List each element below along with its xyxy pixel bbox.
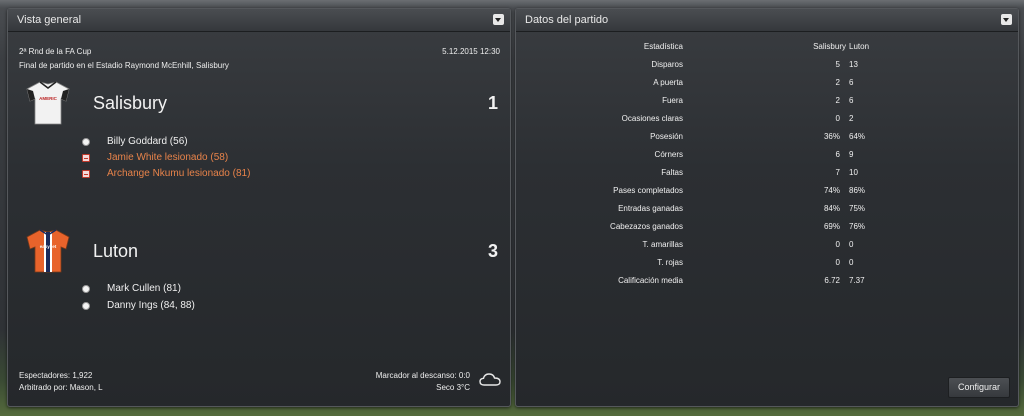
- home-shirt-text: AMERIC: [39, 96, 57, 101]
- referee[interactable]: Arbitrado por: Mason, L: [19, 383, 103, 392]
- stat-away-value: 75%: [849, 204, 866, 213]
- stat-row: T. amarillas 0 0: [516, 240, 1018, 256]
- stat-row: Cabezazos ganados 69% 76%: [516, 222, 1018, 238]
- overview-panel: Vista general 2ª Rnd de la FA Cup 5.12.2…: [7, 8, 511, 407]
- stat-row: Calificación media 6.72 7.37: [516, 276, 1018, 292]
- home-event-1[interactable]: Billy Goddard (56): [107, 136, 188, 147]
- stats-header-away: Luton: [849, 42, 870, 51]
- stat-row: Fuera 2 6: [516, 96, 1018, 112]
- stat-row: Pases completados 74% 86%: [516, 186, 1018, 202]
- away-event-2[interactable]: Danny Ings (84, 88): [107, 300, 195, 311]
- stat-label: Pases completados: [613, 186, 683, 195]
- stat-label: Fuera: [662, 96, 683, 105]
- stat-label: Disparos: [651, 60, 683, 69]
- stat-label: Cabezazos ganados: [610, 222, 683, 231]
- home-event-2[interactable]: Jamie White lesionado (58): [107, 152, 228, 163]
- away-shirt-text: easyJet: [40, 244, 57, 249]
- stat-row: A puerta 2 6: [516, 78, 1018, 94]
- stat-label: Entradas ganadas: [618, 204, 683, 213]
- stat-row: Disparos 5 13: [516, 60, 1018, 76]
- stat-away-value: 64%: [849, 132, 866, 141]
- stat-home-value: 69%: [823, 222, 840, 231]
- stat-home-value: 0: [835, 240, 840, 249]
- stat-label: Faltas: [661, 168, 683, 177]
- stat-label: Calificación media: [618, 276, 683, 285]
- stat-row: Entradas ganadas 84% 75%: [516, 204, 1018, 220]
- away-event-1[interactable]: Mark Cullen (81): [107, 283, 181, 294]
- stats-title: Datos del partido: [525, 14, 609, 26]
- stat-home-value: 2: [835, 78, 840, 87]
- overview-menu-button[interactable]: [493, 14, 504, 25]
- stats-header: Datos del partido: [516, 9, 1018, 32]
- stat-away-value: 76%: [849, 222, 866, 231]
- stat-row: Posesión 36% 64%: [516, 132, 1018, 148]
- stat-away-value: 0: [849, 258, 854, 267]
- home-team-name[interactable]: Salisbury: [93, 93, 167, 114]
- stat-home-value: 0: [835, 258, 840, 267]
- goal-ball-icon: [82, 138, 90, 146]
- stat-away-value: 9: [849, 150, 854, 159]
- stat-home-value: 6: [835, 150, 840, 159]
- stat-home-value: 5: [835, 60, 840, 69]
- stat-away-value: 13: [849, 60, 858, 69]
- home-event-3[interactable]: Archange Nkumu lesionado (81): [107, 168, 250, 179]
- stat-away-value: 6: [849, 96, 854, 105]
- stats-header-home: Salisbury: [813, 42, 846, 51]
- stat-row: T. rojas 0 0: [516, 258, 1018, 274]
- stat-away-value: 6: [849, 78, 854, 87]
- overview-title: Vista general: [17, 14, 82, 26]
- goal-ball-icon: [82, 302, 90, 310]
- injury-icon: [82, 154, 90, 162]
- stat-label: T. amarillas: [642, 240, 683, 249]
- stat-home-value: 36%: [823, 132, 840, 141]
- stat-label: Córners: [654, 150, 683, 159]
- home-shirt-icon: AMERIC: [26, 81, 70, 125]
- stat-home-value: 74%: [823, 186, 840, 195]
- overview-header: Vista general: [8, 9, 510, 32]
- stat-away-value: 10: [849, 168, 858, 177]
- home-score: 1: [487, 93, 498, 113]
- stat-label: T. rojas: [657, 258, 683, 267]
- stat-home-value: 0: [835, 114, 840, 123]
- cloud-icon: [479, 373, 501, 386]
- stats-menu-button[interactable]: [1001, 14, 1012, 25]
- stat-away-value: 2: [849, 114, 854, 123]
- match-datetime: 5.12.2015 12:30: [442, 47, 500, 56]
- away-score: 3: [487, 241, 498, 261]
- stat-label: Posesión: [650, 132, 683, 141]
- stat-label: A puerta: [653, 78, 683, 87]
- halftime-score: Marcador al descanso: 0:0: [375, 371, 470, 380]
- attendance: Espectadores: 1,922: [19, 371, 93, 380]
- stat-row: Faltas 7 10: [516, 168, 1018, 184]
- match-stats-panel: Datos del partido Estadística Salisbury …: [515, 8, 1019, 407]
- stat-row: Ocasiones claras 0 2: [516, 114, 1018, 130]
- competition: 2ª Rnd de la FA Cup: [19, 47, 92, 56]
- stats-header-label: Estadística: [643, 42, 683, 51]
- goal-ball-icon: [82, 285, 90, 293]
- configure-button[interactable]: Configurar: [948, 377, 1010, 398]
- stat-away-value: 0: [849, 240, 854, 249]
- stat-away-value: 7.37: [849, 276, 865, 285]
- stat-label: Ocasiones claras: [621, 114, 683, 123]
- stat-home-value: 7: [835, 168, 840, 177]
- stat-away-value: 86%: [849, 186, 866, 195]
- away-team-name[interactable]: Luton: [93, 241, 138, 262]
- stat-home-value: 84%: [823, 204, 840, 213]
- stats-column-header: Estadística Salisbury Luton: [516, 42, 1018, 58]
- stat-home-value: 2: [835, 96, 840, 105]
- weather: Seco 3°C: [436, 383, 470, 392]
- stat-home-value: 6.72: [824, 276, 840, 285]
- venue: Final de partido en el Estadio Raymond M…: [19, 61, 229, 70]
- injury-icon: [82, 170, 90, 178]
- away-shirt-icon: easyJet: [26, 229, 70, 273]
- stat-row: Córners 6 9: [516, 150, 1018, 166]
